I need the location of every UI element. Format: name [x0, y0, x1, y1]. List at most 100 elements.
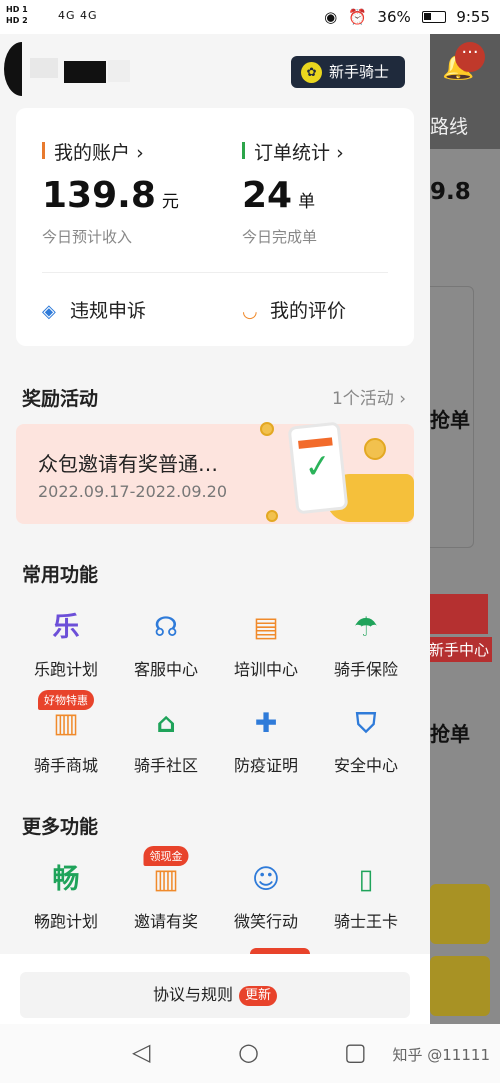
my-account-label: 我的账户 › [42, 138, 179, 165]
order-stats-block[interactable]: 订单统计 › 24 单 今日完成单 [242, 138, 344, 247]
coin-icon [266, 510, 278, 522]
eye-icon: ◉ [324, 8, 338, 26]
reviews-label: 我的评价 [270, 300, 347, 322]
function-label: 培训中心 [233, 660, 298, 679]
back-icon[interactable]: ◁ [132, 1038, 150, 1066]
coin-icon [260, 422, 274, 436]
reviews-link[interactable]: ◡ 我的评价 [242, 296, 346, 323]
bottom-bar: 协议与规则 更新 [0, 954, 430, 1024]
divider [42, 272, 388, 273]
function-label: 骑手保险 [333, 660, 398, 679]
medical-icon: ✚ [254, 708, 278, 739]
shirt-icon: ▥ [153, 864, 179, 895]
function-item[interactable]: 畅畅跑计划 [16, 860, 116, 932]
rider-level-badge[interactable]: ✿ 新手骑士 [291, 56, 405, 88]
function-item[interactable]: ⛉ 安全中心 [316, 704, 416, 776]
function-char-icon: 畅 [52, 864, 80, 895]
function-item[interactable]: 乐乐跑计划 [16, 608, 116, 680]
battery-icon [421, 11, 446, 23]
function-label: 骑手社区 [133, 756, 198, 775]
shirt-icon: ▥ [53, 708, 79, 739]
my-account-block[interactable]: 我的账户 › 139.8 元 今日预计收入 [42, 138, 179, 247]
income-unit: 元 [161, 192, 179, 212]
function-label: 微笑行动 [233, 912, 298, 931]
appeal-icon: ◈ [42, 301, 56, 322]
card-icon: ▯ [358, 864, 374, 895]
sprout-icon: ✿ [301, 62, 322, 83]
function-label: 骑士王卡 [333, 912, 398, 931]
function-label: 防疫证明 [233, 756, 298, 775]
function-item[interactable]: ▯ 骑士王卡 [316, 860, 416, 932]
sim2-label: HD 2 [6, 16, 28, 25]
promo-dates: 2022.09.17-2022.09.20 [38, 482, 227, 501]
status-right: ◉ ⏰ 36% 9:55 [318, 8, 490, 26]
background-button-1 [430, 884, 490, 944]
rules-label: 协议与规则 [152, 985, 233, 1004]
order-stats-text: 订单统计 [254, 142, 331, 164]
home-icon[interactable]: ○ [238, 1038, 259, 1066]
income-value: 139.8 [42, 175, 156, 216]
my-account-text: 我的账户 [54, 142, 131, 164]
umbrella-icon: ☂ [353, 612, 379, 643]
rider-level-label: 新手骑士 [329, 63, 390, 81]
promo-title: 众包邀请有奖普通… [38, 452, 218, 476]
chevron-right-icon: › [399, 389, 406, 409]
function-item[interactable]: ☊ 客服中心 [116, 608, 216, 680]
sim-indicators: HD 1 HD 2 [6, 4, 28, 26]
appeal-link[interactable]: ◈ 违规申诉 [42, 296, 146, 323]
background-button-2 [430, 956, 490, 1016]
smile-icon: ☺ [251, 864, 281, 895]
function-item[interactable]: ✚ 防疫证明 [216, 704, 316, 776]
user-name-redacted [64, 61, 106, 83]
function-label: 畅跑计划 [33, 912, 98, 931]
side-drawer: ✿ 新手骑士 我的账户 › 139.8 元 今日预计收入 订单统计 › 24 单 今… [0, 34, 430, 1024]
rewards-count: 1个活动 [331, 389, 394, 409]
drawer-header: ✿ 新手骑士 [0, 34, 430, 106]
background-grab-1: 抢单 [430, 408, 470, 432]
order-stats-label: 订单统计 › [242, 138, 344, 165]
function-item[interactable]: ☂ 骑手保险 [316, 608, 416, 680]
function-item[interactable]: ▥ 骑手商城 好物特惠 [16, 690, 116, 776]
phone-illustration: ✓ [287, 421, 349, 515]
background-page: 🔔 ··· 路线 9.8 抢单 新手中心 抢单 [420, 34, 500, 1024]
function-item[interactable]: ☺ 微笑行动 [216, 860, 316, 932]
orders-unit: 单 [298, 192, 316, 212]
status-bar: HD 1 HD 2 4G 4G ◉ ⏰ 36% 9:55 [0, 0, 500, 34]
promo-tag: 领现金 [143, 846, 189, 866]
chevron-right-icon: › [136, 142, 144, 164]
promo-tag: 好物特惠 [38, 690, 94, 710]
function-item[interactable]: ▥ 邀请有奖 领现金 [116, 846, 216, 932]
folder-icon: ▤ [253, 612, 279, 643]
rules-button[interactable]: 协议与规则 更新 [20, 972, 410, 1018]
chevron-right-icon: › [336, 142, 344, 164]
function-item[interactable]: ⌂ 骑手社区 [116, 704, 216, 776]
rewards-more-link[interactable]: 1个活动 › [332, 384, 406, 409]
account-card: 我的账户 › 139.8 元 今日预计收入 订单统计 › 24 单 今日完成单 ◈ 违… [16, 108, 414, 346]
watermark: 知乎 @11111 [392, 1046, 491, 1064]
route-tab: 路线 [430, 116, 469, 138]
background-grab-2: 抢单 [430, 722, 470, 746]
alarm-icon: ⏰ [347, 8, 367, 26]
income-value-row: 139.8 元 [42, 175, 179, 216]
update-badge: 更新 [239, 986, 278, 1006]
promo-banner[interactable]: 众包邀请有奖普通… 2022.09.17-2022.09.20 ✓ [16, 421, 414, 524]
more-functions-title: 更多功能 [22, 816, 99, 838]
background-amount: 9.8 [430, 179, 471, 205]
system-nav-bar: ◁ ○ ▢ 知乎 @11111 [0, 1024, 500, 1083]
function-item[interactable]: ▤ 培训中心 [216, 608, 316, 680]
sim1-label: HD 1 [6, 5, 28, 14]
recents-icon[interactable]: ▢ [344, 1038, 367, 1066]
background-newbie-center: 新手中心 [426, 637, 493, 662]
orders-value: 24 [242, 175, 293, 216]
orders-subtitle: 今日完成单 [242, 228, 318, 246]
rewards-title: 奖励活动 [22, 388, 99, 410]
avatar-blur [30, 58, 58, 78]
notification-badge: ··· [455, 42, 485, 72]
gift-icon [428, 594, 488, 634]
smile-icon: ◡ [242, 301, 258, 322]
shield-icon: ⛉ [355, 708, 377, 739]
coin-icon [364, 438, 386, 460]
orders-value-row: 24 单 [242, 175, 344, 216]
house-icon: ⌂ [156, 708, 176, 739]
clock: 9:55 [456, 8, 490, 26]
